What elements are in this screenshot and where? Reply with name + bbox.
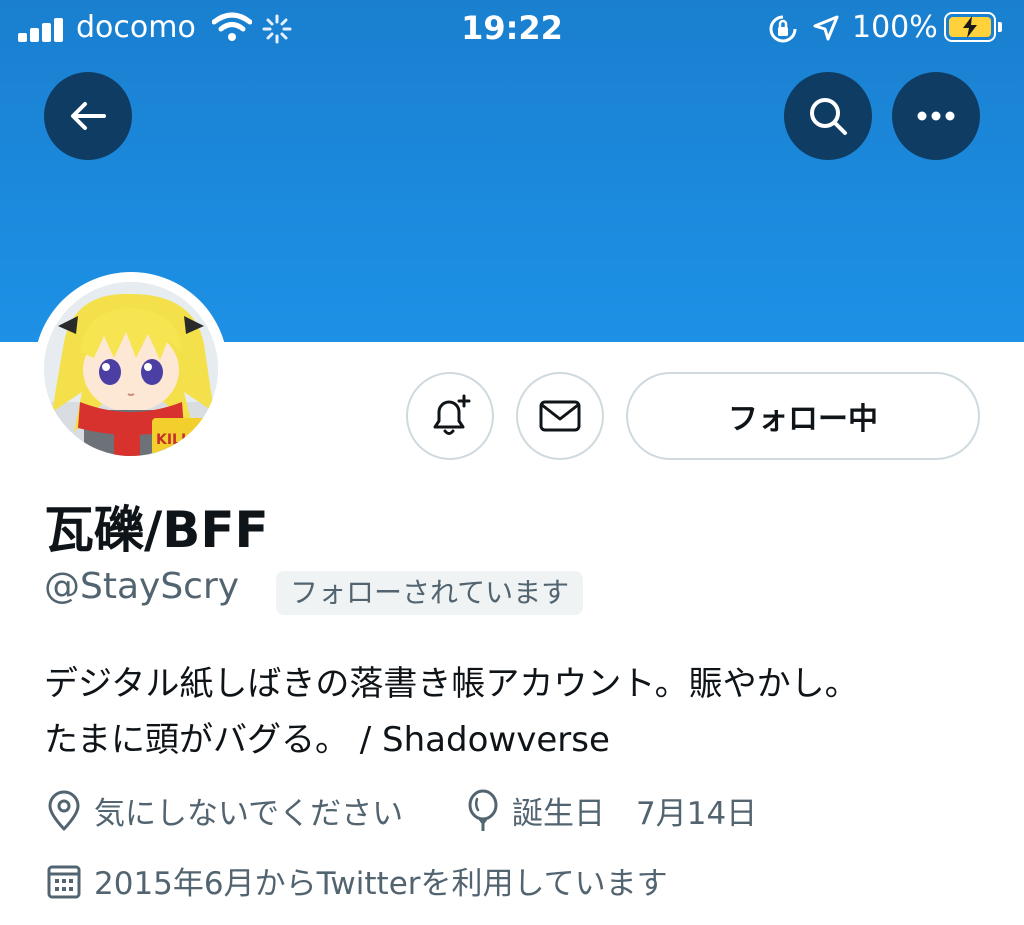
battery-percent: 100% xyxy=(852,10,938,45)
birthday-item: 誕生日 7月14日 xyxy=(466,788,757,833)
avatar-mug-text: KILLMEBABY xyxy=(156,432,218,448)
search-button[interactable] xyxy=(784,72,872,160)
display-name: 瓦礫/BFF xyxy=(44,501,269,559)
user-handle: @StayScry xyxy=(44,566,240,607)
search-icon xyxy=(810,98,847,135)
message-button[interactable] xyxy=(516,372,604,460)
location-text: 気にしないでください xyxy=(94,796,404,832)
envelope-icon xyxy=(539,400,581,432)
joined-item: 2015年6月からTwitterを利用しています xyxy=(46,858,668,903)
notifications-button[interactable] xyxy=(406,372,494,460)
profile-bio: デジタル紙しばきの落書き帳アカウント。賑やかし。 たまに頭がバグる。 / Sha… xyxy=(44,656,1004,768)
orientation-lock-icon xyxy=(769,15,797,43)
birthday-text: 誕生日 7月14日 xyxy=(512,796,758,832)
more-horizontal-icon xyxy=(917,111,955,121)
following-button[interactable]: フォロー中 xyxy=(626,372,980,460)
avatar-image: KILLMEBABY xyxy=(44,282,218,456)
location-arrow-icon xyxy=(813,15,839,41)
calendar-icon xyxy=(47,865,81,898)
more-options-button[interactable] xyxy=(892,72,980,160)
bio-line-1: デジタル紙しばきの落書き帳アカウント。賑やかし。 xyxy=(44,664,859,704)
bell-plus-icon xyxy=(433,394,471,435)
battery-icon xyxy=(944,12,996,42)
location-item: 気にしないでください xyxy=(46,788,403,833)
back-button[interactable] xyxy=(44,72,132,160)
follows-you-badge: フォローされています xyxy=(276,571,584,615)
profile-avatar[interactable]: KILLMEBABY xyxy=(34,272,228,466)
balloon-icon xyxy=(468,789,498,831)
bio-line-2: たまに頭がバグる。 / Shadowverse xyxy=(44,720,610,760)
status-bar: docomo 19:22 100% xyxy=(0,0,1024,58)
location-pin-icon xyxy=(48,790,80,830)
arrow-left-icon xyxy=(71,102,106,130)
joined-text: 2015年6月からTwitterを利用しています xyxy=(94,866,668,902)
